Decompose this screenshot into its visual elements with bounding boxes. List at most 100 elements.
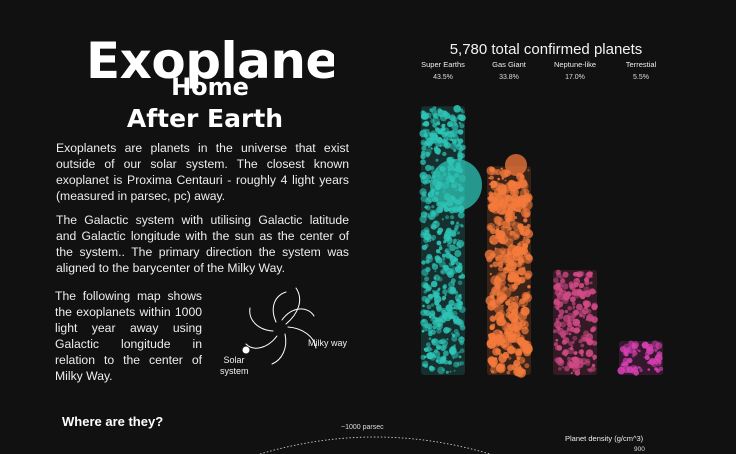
planet-dot: [564, 309, 569, 314]
planet-dot: [453, 361, 460, 368]
planet-dot: [461, 272, 463, 274]
planet-dot: [502, 351, 510, 359]
planet-dot: [453, 105, 461, 113]
planet-dot: [429, 146, 433, 149]
planet-dot: [434, 220, 437, 224]
planet-dot: [488, 177, 491, 180]
planet-dot: [572, 272, 578, 277]
planet-dot: [453, 122, 458, 126]
planet-dot: [499, 247, 506, 255]
planet-dot: [574, 366, 577, 368]
category-label-1: Gas Giant: [492, 60, 527, 69]
planet-dot: [423, 142, 428, 147]
planet-dot: [489, 325, 495, 331]
planet-dot: [423, 283, 429, 289]
planet-dot: [641, 343, 644, 347]
planet-dot: [437, 366, 445, 375]
planet-dot: [430, 329, 436, 335]
planet-dot: [588, 292, 591, 295]
planet-dot: [498, 202, 502, 207]
planet-dot: [439, 144, 442, 147]
planet-dot: [558, 292, 562, 295]
planet-dot: [449, 123, 454, 127]
planet-dot: [572, 305, 576, 309]
planet-dot: [431, 263, 439, 270]
planet-dot: [522, 243, 529, 249]
planet-dot: [575, 277, 579, 281]
planet-dot: [568, 341, 573, 346]
planet-dot: [452, 357, 455, 360]
planet-dot: [579, 350, 584, 355]
planet-dot: [456, 221, 459, 225]
planet-dot: [571, 292, 575, 296]
bar-2: [553, 269, 598, 376]
planet-dot: [441, 123, 446, 128]
planet-dot: [446, 338, 449, 341]
bar-3: [617, 340, 664, 376]
planet-dot: [504, 179, 507, 182]
planet-dot: [517, 195, 527, 205]
planet-dot: [425, 299, 430, 304]
planet-dot: [429, 117, 432, 120]
planet-dot: [512, 221, 521, 231]
planet-dot: [420, 153, 426, 160]
planet-dot: [436, 121, 441, 126]
planet-dot: [578, 339, 583, 344]
planet-dot: [444, 131, 449, 137]
planet-dot: [523, 189, 530, 195]
planet-dot: [435, 344, 442, 350]
planet-dot: [425, 342, 431, 348]
planet-dot: [504, 206, 507, 209]
planet-dot: [430, 303, 435, 307]
subtitle-home: Home: [171, 73, 249, 101]
planet-dot: [564, 365, 570, 372]
planet-dot: [491, 197, 498, 204]
planet-dot: [421, 112, 430, 120]
planet-dot: [578, 309, 587, 318]
planet-dot: [458, 351, 461, 354]
planet-dot: [459, 361, 465, 366]
planet-dot: [448, 261, 454, 267]
planet-dot: [585, 350, 593, 358]
planet-dot: [492, 288, 497, 293]
planet-dot: [441, 253, 446, 258]
planet-dot: [457, 211, 465, 219]
planet-dot: [452, 241, 456, 245]
planet-dot: [576, 360, 584, 369]
planet-dot: [434, 349, 438, 353]
planet-dot: [435, 158, 439, 162]
planet-dot: [441, 127, 446, 131]
planet-dot: [627, 357, 633, 364]
planet-dot: [419, 171, 428, 180]
chart-title: 5,780 total confirmed planets: [450, 41, 643, 58]
planet-dot: [518, 179, 528, 189]
planet-dot: [424, 205, 429, 209]
planet-dot: [631, 354, 635, 358]
planet-dot: [500, 225, 505, 230]
planet-dot: [519, 320, 529, 330]
planet-dot: [488, 202, 498, 213]
planet-dot: [656, 351, 663, 357]
planet-dot: [496, 271, 506, 282]
planet-dot: [489, 264, 493, 268]
planet-dot: [434, 270, 437, 273]
planet-dot: [422, 232, 426, 236]
planet-dot: [525, 238, 531, 244]
planet-dot: [561, 366, 565, 369]
planet-dot: [445, 252, 452, 259]
planet-dot: [571, 310, 578, 317]
planet-dot: [500, 287, 512, 298]
planet-dot: [567, 312, 573, 318]
planet-dot: [446, 114, 451, 119]
planet-dot: [459, 114, 466, 122]
planet-dot: [425, 266, 431, 273]
section-heading: Where are they?: [62, 414, 164, 429]
planet-dot: [456, 241, 461, 247]
planet-dot: [455, 332, 460, 337]
planet-dot: [421, 110, 425, 114]
planet-dot: [421, 260, 426, 265]
planet-dot: [491, 254, 494, 257]
planet-dot: [561, 350, 567, 356]
planet-dot: [587, 368, 591, 372]
planet-dot: [445, 249, 448, 252]
